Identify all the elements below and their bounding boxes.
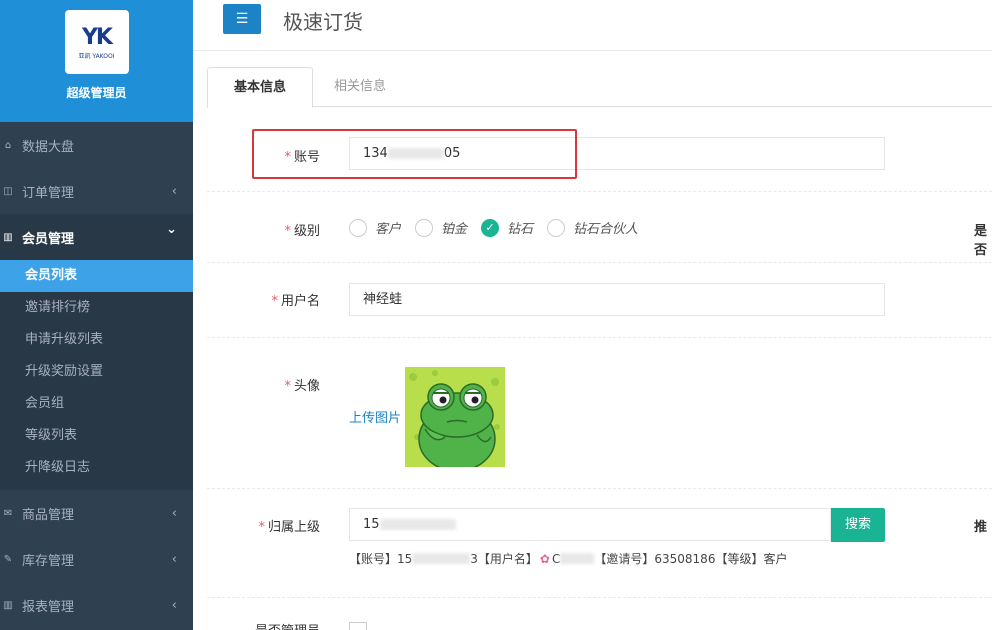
sidebar-subitem-upgrade-rewards[interactable]: 升级奖励设置 <box>0 356 193 388</box>
truncated-label-right: 是否 <box>974 224 988 258</box>
info-part: 【邀请号】63508186【等级】客户 <box>594 552 788 566</box>
parent-label-text: 归属上级 <box>267 520 320 535</box>
search-button[interactable]: 搜索 <box>831 508 885 542</box>
radio-circle[interactable] <box>349 218 367 237</box>
radio-label: 钻石合伙人 <box>573 222 639 237</box>
level-radio-group: 客户 铂金 ✓ 钻石 钻石合伙人 <box>349 218 652 237</box>
top-header: ☰ 极速订货 <box>193 0 992 51</box>
row-divider <box>207 337 992 338</box>
row-divider <box>207 597 992 598</box>
highlight-box <box>252 129 577 179</box>
required-mark: * <box>258 520 265 535</box>
level-label: * 级别 <box>200 220 320 239</box>
tab-basic-info[interactable]: 基本信息 <box>207 67 314 108</box>
chevron-left-icon: ‹ <box>171 597 177 613</box>
redacted-text <box>379 519 456 530</box>
username-input[interactable]: 神经蛙 <box>349 283 885 316</box>
chevron-down-icon: ⌄ <box>166 222 177 237</box>
sidebar-item-label: 会员管理 <box>22 231 75 247</box>
sidebar-subitem-member-list[interactable]: 会员列表 <box>0 260 193 292</box>
sidebar-subitem-level-list[interactable]: 等级列表 <box>0 420 193 452</box>
admin-label: 是否管理员 <box>200 620 320 630</box>
redacted-text <box>412 553 471 564</box>
parent-search-input[interactable]: 15 <box>349 508 831 541</box>
page-title: 极速订货 <box>283 10 363 34</box>
chevron-left-icon: ‹ <box>171 505 177 521</box>
chevron-left-icon: ‹ <box>171 183 177 199</box>
flower-icon: ✿ <box>539 551 550 566</box>
row-divider <box>207 488 992 489</box>
sidebar-item-label: 商品管理 <box>22 507 75 523</box>
username-label: * 用户名 <box>200 290 320 309</box>
username-label-text: 用户名 <box>280 294 320 309</box>
company-logo: YK 亚凯 YAKOOI <box>64 10 129 74</box>
admin-checkbox[interactable] <box>349 622 367 630</box>
form-tabs: 基本信息 相关信息 <box>207 67 992 108</box>
radio-platinum[interactable]: 铂金 <box>415 218 467 237</box>
envelope-icon: ✉ <box>3 507 13 519</box>
info-part: C <box>551 551 561 566</box>
upload-image-link[interactable]: 上传图片 <box>349 407 401 426</box>
sidebar-item-dashboard[interactable]: ⌂ 数据大盘 <box>0 122 193 168</box>
brand-area: YK 亚凯 YAKOOI 超级管理员 <box>0 0 193 122</box>
required-mark: * <box>271 294 278 309</box>
edit-icon: ✎ <box>3 553 13 565</box>
level-label-text: 级别 <box>293 224 320 239</box>
radio-label: 铂金 <box>441 222 468 237</box>
row-divider <box>207 262 992 263</box>
hamburger-icon: ☰ <box>235 11 249 27</box>
sidebar-item-members[interactable]: ▥ 会员管理 ⌄ <box>0 214 193 260</box>
sidebar-subitem-level-log[interactable]: 升降级日志 <box>0 452 193 490</box>
sidebar-subitem-invite-ranking[interactable]: 邀请排行榜 <box>0 292 193 324</box>
radio-label: 钻石 <box>507 222 534 237</box>
home-icon: ⌂ <box>4 139 12 151</box>
avatar-label-text: 头像 <box>293 379 320 394</box>
sidebar-item-orders[interactable]: ◫ 订单管理 ‹ <box>0 168 193 214</box>
required-mark: * <box>284 379 291 394</box>
sidebar-item-products[interactable]: ✉ 商品管理 ‹ <box>0 490 193 536</box>
parent-label: * 归属上级 <box>200 516 320 535</box>
bar-chart-icon: ▥ <box>3 599 13 611</box>
required-mark: * <box>284 224 291 239</box>
radio-circle[interactable] <box>415 218 434 237</box>
sidebar-item-label: 报表管理 <box>22 599 75 615</box>
frog-avatar-icon <box>405 367 505 467</box>
sidebar-subitem-member-groups[interactable]: 会员组 <box>0 388 193 420</box>
radio-circle[interactable] <box>547 218 566 237</box>
sidebar-item-inventory[interactable]: ✎ 库存管理 ‹ <box>0 536 193 582</box>
radio-diamond-partner[interactable]: 钻石合伙人 <box>547 218 638 237</box>
sidebar: YK 亚凯 YAKOOI 超级管理员 ⌂ 数据大盘 ◫ 订单管理 ‹ ▥ 会员管… <box>0 0 193 630</box>
truncated-label-right: 推 <box>974 520 988 535</box>
avatar-image[interactable] <box>405 367 505 467</box>
sidebar-subitem-upgrade-requests[interactable]: 申请升级列表 <box>0 324 193 356</box>
logo-mark: YK <box>82 24 113 50</box>
radio-customer[interactable]: 客户 <box>349 218 401 237</box>
checkmark-icon[interactable]: ✓ <box>481 218 500 237</box>
parent-value-prefix: 15 <box>363 517 380 532</box>
info-part: 【账号】15 <box>349 552 413 566</box>
sidebar-item-reports[interactable]: ▥ 报表管理 ‹ <box>0 582 193 628</box>
tab-related-info[interactable]: 相关信息 <box>308 67 412 107</box>
avatar-label: * 头像 <box>200 375 320 394</box>
menu-toggle-button[interactable]: ☰ <box>223 4 261 34</box>
radio-diamond[interactable]: ✓ 钻石 <box>481 218 533 237</box>
chevron-left-icon: ‹ <box>171 551 177 567</box>
sidebar-item-label: 数据大盘 <box>22 139 75 155</box>
bar-chart-icon: ▥ <box>3 231 13 243</box>
sidebar-item-label: 订单管理 <box>22 185 75 201</box>
columns-icon: ◫ <box>3 185 13 197</box>
logo-subtext: 亚凯 YAKOOI <box>78 52 115 60</box>
parent-info-text: 【账号】15 3【用户名】 ✿ C 【邀请号】63508186【等级】客户 <box>349 550 787 567</box>
submenu-members: 会员列表 邀请排行榜 申请升级列表 升级奖励设置 会员组 等级列表 升降级日志 <box>0 260 193 490</box>
row-divider <box>207 191 992 192</box>
user-role-title: 超级管理员 <box>66 86 127 100</box>
radio-label: 客户 <box>375 222 402 237</box>
redacted-text <box>560 553 595 564</box>
sidebar-item-label: 库存管理 <box>22 553 75 569</box>
info-part: 3【用户名】 <box>470 552 538 566</box>
